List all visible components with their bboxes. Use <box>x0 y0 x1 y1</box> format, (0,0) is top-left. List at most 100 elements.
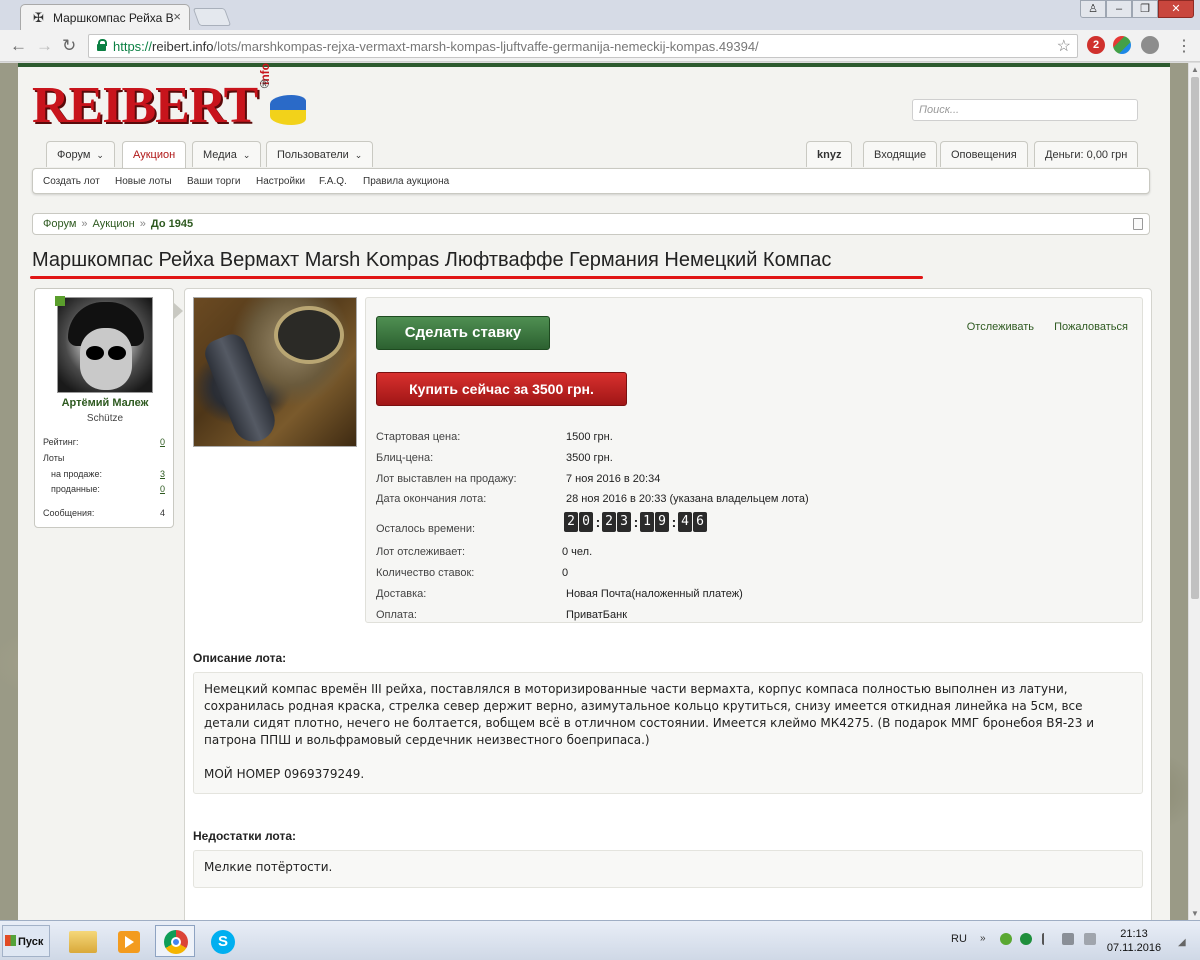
restore-icon[interactable]: ❐ <box>1132 0 1158 18</box>
watchers-label: Лот отслеживает: <box>376 546 466 558</box>
payment-label: Оплата: <box>376 609 417 621</box>
extension-colorful-icon[interactable] <box>1113 36 1131 54</box>
subnav-settings[interactable]: Настройки <box>256 176 305 187</box>
address-bar[interactable]: https://reibert.info/lots/marshkompas-re… <box>88 34 1078 58</box>
description-line: патрона ППШ и вольфрамовый сердечник неи… <box>204 733 650 747</box>
description-line: сохранилась родная краска, стрелка север… <box>204 699 1083 713</box>
tray-arrows-icon[interactable]: » <box>980 933 992 945</box>
subnav-create-lot[interactable]: Создать лот <box>43 176 100 187</box>
os-taskbar: Пуск S RU » 21:13 07.11.2016 ◢ <box>0 920 1200 960</box>
breadcrumb: Форум» Аукцион» До 1945 <box>32 213 1150 235</box>
place-bid-button[interactable]: Сделать ставку <box>376 316 550 350</box>
watchers-value: 0 чел. <box>562 546 593 558</box>
report-link[interactable]: Пожаловаться <box>1054 321 1128 333</box>
bookmark-star-icon[interactable]: ☆ <box>1057 36 1071 56</box>
subnav-your-bids[interactable]: Ваши торги <box>187 176 240 187</box>
close-window-icon[interactable]: ✕ <box>1158 0 1194 18</box>
title-underline <box>30 276 923 279</box>
countdown-timer: 20:23:19:46 <box>564 512 708 532</box>
chevron-down-icon: ⌄ <box>96 150 104 160</box>
tray-green-icon[interactable] <box>1000 933 1012 945</box>
subnav-faq[interactable]: F.A.Q. <box>319 176 347 187</box>
tab-forum[interactable]: Форум ⌄ <box>46 141 115 167</box>
description-box: Немецкий компас времён III рейха, постав… <box>193 672 1143 794</box>
tray-whatsapp-icon[interactable] <box>1020 933 1032 945</box>
blitz-price-value: 3500 грн. <box>566 452 613 464</box>
chevron-down-icon: ⌄ <box>354 150 363 160</box>
tray-network-icon[interactable] <box>1062 933 1074 945</box>
tab-alerts[interactable]: Оповещения <box>940 141 1028 167</box>
browser-titlebar: ✠ Маршкомпас Рейха Вер × ♙ – ❐ ✕ <box>0 0 1200 30</box>
stat-sold-value[interactable]: 0 <box>160 484 165 494</box>
back-arrow-icon[interactable]: ← <box>10 36 27 56</box>
chrome-icon[interactable] <box>155 925 195 957</box>
tab-close-icon[interactable]: × <box>173 9 181 24</box>
bid-count-value: 0 <box>562 567 569 579</box>
follow-link[interactable]: Отслеживать <box>967 321 1034 333</box>
stat-sold-label: проданные: <box>51 484 100 494</box>
avatar[interactable] <box>57 297 153 393</box>
subnav-new-lots[interactable]: Новые лоты <box>115 176 172 187</box>
browser-tab[interactable]: ✠ Маршкомпас Рейха Вер × <box>20 4 190 30</box>
file-explorer-icon[interactable] <box>62 925 102 957</box>
end-date-label: Дата окончания лота: <box>376 493 487 505</box>
reload-icon[interactable]: ↻ <box>62 36 76 56</box>
start-button[interactable]: Пуск <box>2 925 50 957</box>
tray-volume-icon[interactable] <box>1084 933 1096 945</box>
tab-money[interactable]: Деньги: 0,00 грн <box>1034 141 1139 167</box>
extension-circle-icon[interactable] <box>1141 36 1159 54</box>
card-pointer <box>174 303 183 319</box>
tab-media[interactable]: Медиа ⌄ <box>192 141 262 167</box>
description-line: детали сидят плотно, нечего не болтается… <box>204 716 1095 730</box>
auction-subnav: Создать лот Новые лоты Ваши торги Настро… <box>32 168 1150 194</box>
stat-on-sale-value[interactable]: 3 <box>160 469 165 479</box>
new-tab-button[interactable] <box>192 8 232 26</box>
tab-users[interactable]: Пользователи ⌄ <box>266 141 374 167</box>
iron-cross-favicon-icon: ✠ <box>33 10 44 25</box>
show-desktop-icon[interactable]: ◢ <box>1178 937 1186 948</box>
breadcrumb-current[interactable]: До 1945 <box>151 218 193 230</box>
scrollbar-thumb[interactable] <box>1191 77 1199 599</box>
user-profile-icon[interactable]: ♙ <box>1080 0 1106 18</box>
forward-arrow-icon[interactable]: → <box>36 36 53 56</box>
flaws-title: Недостатки лота: <box>193 829 296 843</box>
logo-registered-mark: ® <box>260 77 269 91</box>
buy-now-button[interactable]: Купить сейчас за 3500 грн. <box>376 372 627 406</box>
seller-name[interactable]: Артёмий Малеж <box>35 397 175 409</box>
bid-count-label: Количество ставок: <box>376 567 475 579</box>
stat-rating-value[interactable]: 0 <box>160 437 165 447</box>
flaws-text: Мелкие потёртости. <box>204 860 333 874</box>
start-price-value: 1500 грн. <box>566 431 613 443</box>
breadcrumb-auction[interactable]: Аукцион <box>93 218 135 230</box>
lot-info-box: Сделать ставку Купить сейчас за 3500 грн… <box>365 297 1143 623</box>
site-logo[interactable]: REIBERT info ® <box>32 63 272 132</box>
scroll-up-icon[interactable]: ▲ <box>1191 65 1199 74</box>
tab-username[interactable]: knyz <box>806 141 853 167</box>
page-scrollbar[interactable]: ▲ ▼ <box>1188 63 1200 920</box>
scroll-down-icon[interactable]: ▼ <box>1191 909 1199 918</box>
subnav-rules[interactable]: Правила аукциона <box>363 176 449 187</box>
tab-inbox[interactable]: Входящие <box>863 141 938 167</box>
breadcrumb-forum[interactable]: Форум <box>43 218 76 230</box>
menu-icon[interactable]: ⋮ <box>1176 36 1192 56</box>
skype-icon[interactable]: S <box>202 925 242 957</box>
seller-rank: Schütze <box>86 413 124 424</box>
extension-badge-icon[interactable]: 2 <box>1087 36 1105 54</box>
media-player-icon[interactable] <box>108 925 148 957</box>
tab-auction[interactable]: Аукцион <box>122 141 187 169</box>
stat-on-sale-label: на продаже: <box>51 469 102 479</box>
lot-photo[interactable] <box>193 297 357 447</box>
tray-flag-icon[interactable] <box>1042 933 1054 945</box>
stat-messages-label: Сообщения: <box>43 508 95 518</box>
search-input[interactable]: Поиск... <box>912 99 1138 121</box>
system-clock[interactable]: 21:13 07.11.2016 <box>1104 927 1164 955</box>
keyboard-language[interactable]: RU <box>951 933 967 945</box>
description-line: Немецкий компас времён III рейха, постав… <box>204 682 1068 696</box>
minimize-icon[interactable]: – <box>1106 0 1132 18</box>
start-price-label: Стартовая цена: <box>376 431 461 443</box>
listed-date-label: Лот выставлен на продажу: <box>376 473 517 485</box>
payment-value: ПриватБанк <box>566 609 628 621</box>
seller-card: Артёмий Малеж Schütze Рейтинг: 0 Лоты на… <box>34 288 174 528</box>
lot-panel: Сделать ставку Купить сейчас за 3500 грн… <box>184 288 1152 928</box>
ukraine-flag-icon <box>270 95 306 125</box>
